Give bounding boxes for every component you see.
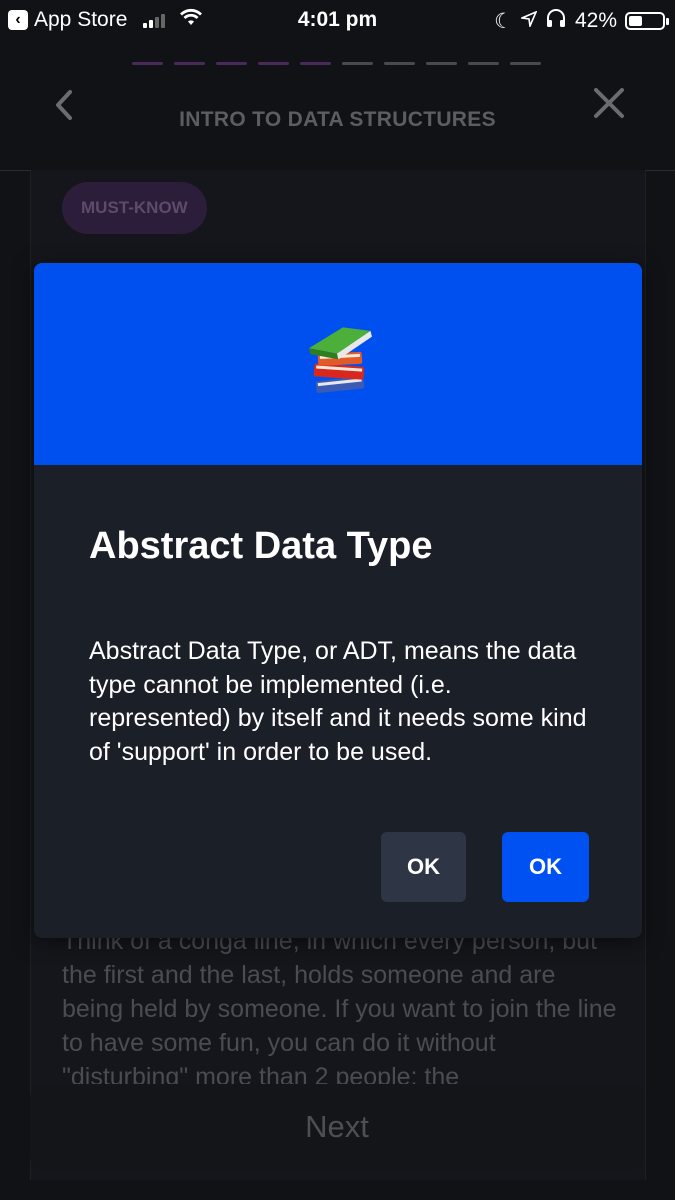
lesson-text: Think of a conga line, in which every pe… [62,927,617,1091]
dialog-header [34,263,642,465]
battery-icon [625,12,669,30]
lesson-title: INTRO TO DATA STRUCTURES [179,108,496,131]
close-button[interactable] [591,86,627,126]
screen: ‹ App Store 4:01 pm ☾ 42% INTRO TO DATA … [0,0,675,1200]
battery-fill [629,16,643,26]
progress-step [426,62,457,65]
progress-step [300,62,331,65]
must-know-tag: MUST-KNOW [62,182,207,234]
ok-primary-button[interactable]: OK [502,832,589,902]
battery-percent: 42% [574,9,617,32]
progress-step [510,62,541,65]
progress-step [258,62,289,65]
status-bar: ‹ App Store 4:01 pm ☾ 42% [0,0,675,40]
status-right-group: ☾ 42% [494,8,669,34]
moon-icon: ☾ [494,9,513,33]
progress-step [468,62,499,65]
dialog-body: Abstract Data Type, or ADT, means the da… [89,637,587,766]
books-icon [308,327,372,394]
dialog-title: Abstract Data Type [89,525,433,567]
progress-step [174,62,205,65]
progress-step [384,62,415,65]
next-button[interactable]: Next [30,1084,644,1170]
progress-step [132,62,163,65]
headphones-icon [545,8,567,34]
ok-secondary-button[interactable]: OK [381,832,466,902]
lesson-progress [132,62,541,65]
progress-step [216,62,247,65]
close-icon [594,88,624,118]
definition-dialog: Abstract Data Type Abstract Data Type, o… [34,263,642,938]
location-arrow-icon [519,9,538,33]
progress-step [342,62,373,65]
lesson-header: INTRO TO DATA STRUCTURES [0,80,675,171]
